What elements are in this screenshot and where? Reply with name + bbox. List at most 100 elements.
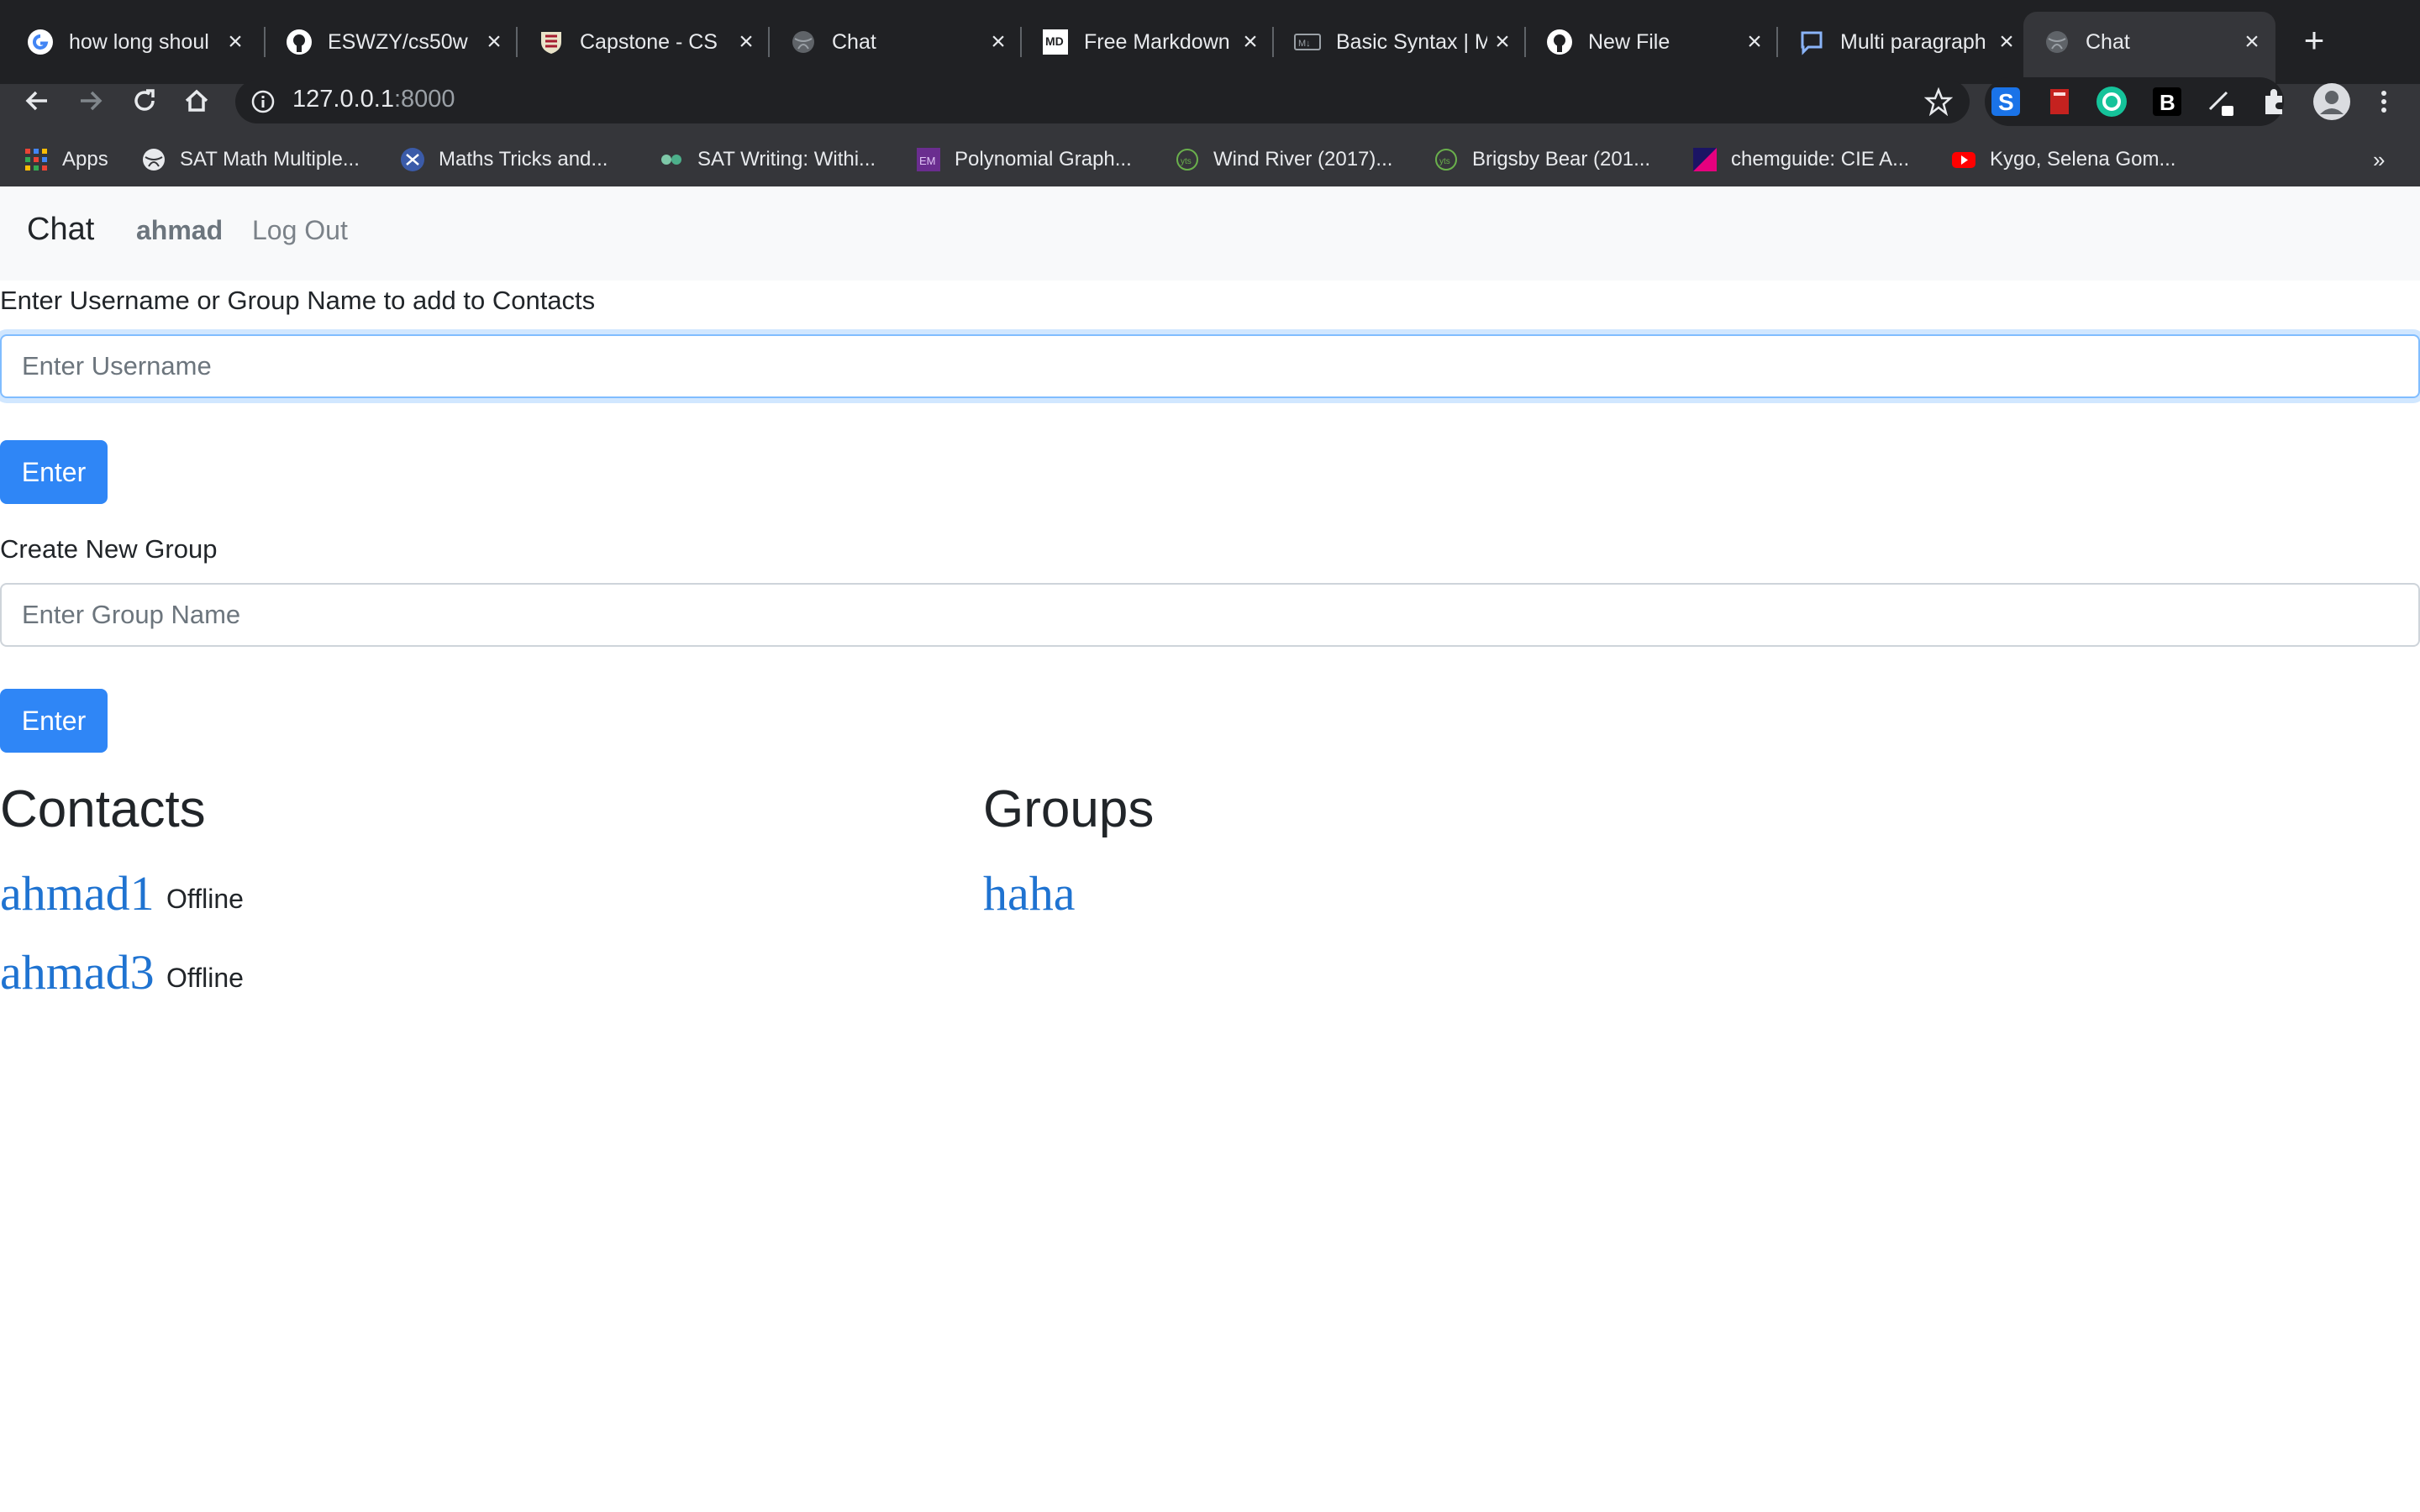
navbar-username[interactable]: ahmad bbox=[136, 215, 223, 246]
apps-grid-icon bbox=[24, 147, 49, 172]
sat-writing-icon bbox=[659, 147, 684, 172]
bookmark-label: Polynomial Graph... bbox=[955, 148, 1132, 171]
url-port: :8000 bbox=[393, 86, 455, 113]
svg-text:B: B bbox=[2160, 90, 2175, 115]
close-icon[interactable]: × bbox=[1739, 27, 1770, 57]
arrow-left-icon bbox=[25, 91, 47, 111]
bookmark-star-icon[interactable] bbox=[1923, 87, 1954, 117]
github-icon bbox=[1546, 29, 1573, 55]
create-group-label: Create New Group bbox=[0, 534, 218, 564]
groups-heading: Groups bbox=[983, 780, 1155, 838]
menu-kebab-icon[interactable] bbox=[2368, 86, 2400, 118]
add-contact-label: Enter Username or Group Name to add to C… bbox=[0, 286, 596, 315]
maths-tricks-icon bbox=[400, 147, 425, 172]
grammarly-icon[interactable] bbox=[2096, 86, 2128, 118]
bookmark-maths-tricks[interactable]: Maths Tricks and... bbox=[400, 144, 608, 175]
harvard-shield-icon bbox=[538, 29, 565, 55]
markdown-icon: MD bbox=[1042, 29, 1069, 55]
close-icon[interactable]: × bbox=[1991, 27, 2022, 57]
google-icon bbox=[27, 29, 54, 55]
svg-text:MD: MD bbox=[1045, 34, 1064, 48]
comment-icon bbox=[1798, 29, 1825, 55]
username-input[interactable] bbox=[0, 334, 2420, 398]
contact-link[interactable]: ahmad1 bbox=[0, 865, 155, 921]
tab-strip: how long shoul × ESWZY/cs50w × Capstone … bbox=[0, 0, 2420, 84]
github-icon bbox=[286, 29, 313, 55]
tab-title: Chat bbox=[832, 29, 876, 54]
svg-text:S: S bbox=[1998, 89, 2014, 115]
globe-icon bbox=[141, 147, 166, 172]
tab-3[interactable]: Capstone - CS × bbox=[518, 12, 770, 72]
tab-title: Multi paragraph bbox=[1840, 29, 1986, 54]
bookmark-label: Maths Tricks and... bbox=[439, 148, 608, 171]
group-name-input[interactable] bbox=[0, 583, 2420, 647]
bookmark-kygo[interactable]: Kygo, Selena Gom... bbox=[1951, 144, 2175, 175]
group-link[interactable]: haha bbox=[983, 865, 1076, 921]
close-icon[interactable]: × bbox=[479, 27, 509, 57]
create-group-enter-button[interactable]: Enter bbox=[0, 689, 108, 753]
bookmark-label: Kygo, Selena Gom... bbox=[1990, 148, 2176, 171]
tab-title: Basic Syntax | M bbox=[1336, 29, 1487, 54]
polynomial-icon: EM bbox=[916, 147, 941, 172]
close-icon[interactable]: × bbox=[1235, 27, 1265, 57]
tab-9-active[interactable]: Chat × bbox=[2023, 12, 2275, 84]
s-extension-icon[interactable]: S bbox=[1990, 86, 2022, 118]
info-icon[interactable] bbox=[250, 89, 276, 114]
new-tab-button[interactable]: + bbox=[2296, 23, 2333, 60]
bookmark-label: Brigsby Bear (201... bbox=[1472, 148, 1651, 171]
home-button[interactable] bbox=[173, 77, 220, 124]
tab-title: New File bbox=[1588, 29, 1670, 54]
tab-4[interactable]: Chat × bbox=[770, 12, 1022, 72]
markdown-guide-icon: M↓ bbox=[1294, 29, 1321, 55]
tab-7[interactable]: New File × bbox=[1526, 12, 1778, 72]
reload-button[interactable] bbox=[121, 77, 168, 124]
logout-link[interactable]: Log Out bbox=[252, 215, 348, 246]
navbar-brand[interactable]: Chat bbox=[27, 212, 94, 248]
add-contact-enter-button[interactable]: Enter bbox=[0, 440, 108, 504]
profile-avatar-icon[interactable] bbox=[2312, 82, 2351, 121]
svg-text:M↓: M↓ bbox=[1298, 39, 1311, 49]
bookmark-polynomial[interactable]: EM Polynomial Graph... bbox=[916, 144, 1132, 175]
tab-title: Capstone - CS bbox=[580, 29, 718, 54]
bookmark-sat-writing[interactable]: SAT Writing: Withi... bbox=[659, 144, 876, 175]
close-icon[interactable]: × bbox=[731, 27, 761, 57]
close-icon[interactable]: × bbox=[983, 27, 1013, 57]
yts-icon: yts bbox=[1175, 147, 1200, 172]
back-button[interactable] bbox=[13, 77, 60, 124]
bold-extension-icon[interactable]: B bbox=[2151, 86, 2183, 118]
bookmark-apps[interactable]: Apps bbox=[24, 144, 108, 175]
tab-title: Free Markdown bbox=[1084, 29, 1230, 54]
home-icon bbox=[185, 89, 208, 112]
arrow-right-icon bbox=[81, 91, 103, 111]
bookmark-label: SAT Math Multiple... bbox=[180, 148, 360, 171]
contact-link[interactable]: ahmad3 bbox=[0, 944, 155, 1000]
bookmark-brigsby-bear[interactable]: yts Brigsby Bear (201... bbox=[1434, 144, 1650, 175]
bookmark-label: Apps bbox=[62, 148, 108, 171]
tab-2[interactable]: ESWZY/cs50w × bbox=[266, 12, 518, 72]
bookmark-sat-math[interactable]: SAT Math Multiple... bbox=[141, 144, 360, 175]
tab-title: Chat bbox=[2086, 29, 2130, 54]
close-icon[interactable]: × bbox=[220, 27, 250, 57]
extensions-area bbox=[1985, 77, 2284, 126]
pen-extension-icon[interactable] bbox=[2205, 86, 2237, 118]
bookmark-label: Wind River (2017)... bbox=[1213, 148, 1393, 171]
svg-text:yts: yts bbox=[1181, 157, 1192, 166]
tab-6[interactable]: M↓ Basic Syntax | M × bbox=[1274, 12, 1526, 72]
close-icon[interactable]: × bbox=[1487, 27, 1518, 57]
globe-icon bbox=[2044, 29, 2070, 55]
tab-8[interactable]: Multi paragraph × bbox=[1778, 12, 2030, 72]
tab-1[interactable]: how long shoul × bbox=[7, 12, 259, 72]
bookmark-wind-river[interactable]: yts Wind River (2017)... bbox=[1175, 144, 1392, 175]
tab-5[interactable]: MD Free Markdown × bbox=[1022, 12, 1274, 72]
forward-button[interactable] bbox=[67, 77, 114, 124]
tab-title: how long shoul bbox=[69, 29, 209, 54]
app-navbar: Chat ahmad Log Out bbox=[0, 186, 2420, 281]
bookmark-chemguide[interactable]: chemguide: CIE A... bbox=[1692, 144, 1909, 175]
address-url[interactable]: 127.0.0.1:8000 bbox=[292, 86, 455, 113]
close-icon[interactable]: × bbox=[2237, 27, 2267, 57]
address-bar[interactable] bbox=[235, 80, 1970, 123]
puzzle-extensions-icon[interactable] bbox=[2259, 86, 2291, 118]
bookmarks-overflow-button[interactable]: » bbox=[2373, 144, 2385, 175]
pdf-extension-icon[interactable] bbox=[2044, 86, 2075, 118]
contacts-heading: Contacts bbox=[0, 780, 206, 838]
